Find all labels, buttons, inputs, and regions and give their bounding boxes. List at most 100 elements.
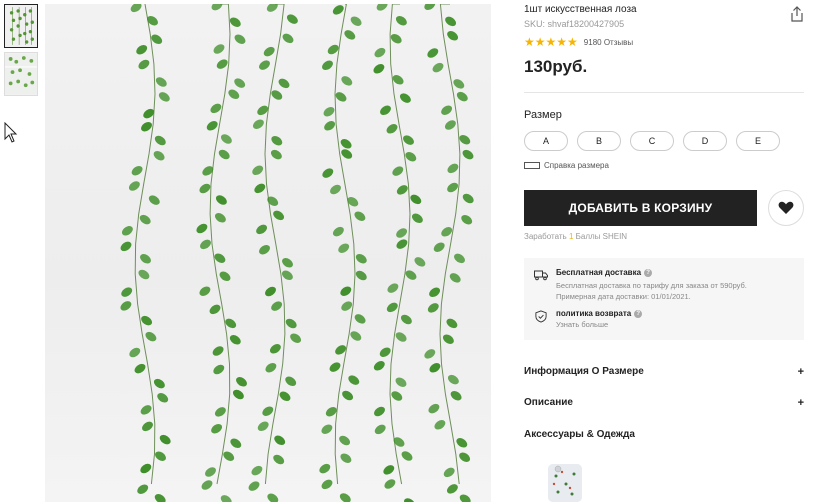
leaf: [141, 121, 152, 132]
leaf: [453, 79, 465, 89]
size-guide-link[interactable]: Справка размера: [524, 161, 609, 170]
leaf: [211, 4, 223, 11]
leaf: [230, 438, 242, 449]
question-icon[interactable]: ?: [644, 268, 653, 277]
leaf: [199, 183, 211, 194]
leaf: [134, 363, 146, 374]
size-option-d[interactable]: D: [683, 131, 727, 151]
leaf: [400, 314, 412, 325]
return-learn-more[interactable]: Узнать больше: [556, 319, 642, 330]
leaf: [159, 434, 171, 445]
wishlist-button[interactable]: [768, 190, 804, 226]
leaf: [459, 494, 471, 502]
leaf: [214, 213, 226, 223]
related-product-thumbnail[interactable]: [548, 464, 582, 502]
leaf: [121, 226, 133, 236]
leaf: [199, 286, 211, 296]
leaf: [205, 467, 216, 477]
leaf: [324, 121, 336, 131]
leaf: [414, 257, 426, 267]
leaf: [404, 498, 415, 502]
leaf: [447, 374, 459, 385]
leaf: [266, 4, 278, 12]
leaf: [373, 64, 385, 74]
accordion-size-info[interactable]: Информация О Размере +: [524, 366, 804, 378]
leaf: [206, 121, 218, 131]
leaf: [380, 105, 391, 116]
leaf: [396, 239, 408, 249]
size-label: Размер: [524, 109, 562, 121]
size-option-c[interactable]: C: [630, 131, 674, 151]
leaf: [252, 165, 264, 176]
leaf: [341, 301, 353, 311]
thumbnail-1[interactable]: [4, 4, 38, 48]
leaf: [447, 182, 459, 193]
leaf: [285, 318, 297, 329]
leaf: [138, 269, 150, 280]
leaf: [392, 166, 404, 176]
leaf: [271, 135, 283, 146]
leaf: [386, 302, 398, 313]
rating-stars: ★★★★★: [524, 35, 578, 49]
leaf: [155, 77, 167, 87]
thumbnail-list: [4, 4, 38, 100]
leaf: [447, 163, 459, 174]
free-shipping-title: Бесплатная доставка ?: [556, 268, 747, 277]
divider: [524, 92, 804, 93]
leaf: [137, 484, 149, 494]
product-sku: SKU: shvaf18200427905: [524, 19, 625, 29]
shipping-box: Бесплатная доставка ? Бесплатная доставк…: [524, 258, 804, 340]
plus-icon: +: [797, 397, 804, 409]
size-option-e[interactable]: E: [736, 131, 780, 151]
leaf: [213, 364, 225, 375]
leaf: [155, 451, 166, 461]
leaf: [456, 91, 468, 102]
leaf: [432, 62, 444, 73]
leaf: [269, 344, 281, 354]
question-icon[interactable]: ?: [634, 309, 643, 318]
leaf: [265, 286, 276, 297]
leaf: [223, 451, 235, 461]
leaf: [338, 243, 350, 253]
leaf: [120, 301, 132, 311]
product-price: 130руб.: [524, 57, 588, 76]
points-suffix: Баллы SHEIN: [573, 232, 628, 241]
leaf: [329, 362, 341, 372]
leaf: [348, 375, 360, 385]
leaf: [273, 454, 285, 465]
leaf: [447, 31, 459, 41]
leaf: [403, 135, 414, 145]
related-title: Аксессуары & Одежда: [524, 429, 635, 440]
add-to-cart-button[interactable]: ДОБАВИТЬ В КОРЗИНУ: [524, 190, 757, 226]
product-main-image[interactable]: [45, 4, 491, 502]
share-icon[interactable]: [790, 6, 804, 22]
leaf: [265, 362, 277, 373]
accordion-description[interactable]: Описание +: [524, 397, 804, 409]
leaf: [196, 223, 208, 234]
leaf: [234, 78, 246, 88]
leaf: [153, 378, 165, 389]
leaf: [214, 407, 226, 417]
leaf: [399, 93, 411, 103]
leaf: [339, 493, 351, 502]
reviews-link[interactable]: 9180 Отзывы: [584, 38, 633, 47]
leaf: [141, 315, 153, 326]
leaf: [263, 46, 275, 57]
leaf: [120, 241, 132, 252]
points-prefix: Заработать: [524, 232, 569, 241]
leaf: [405, 270, 417, 280]
size-option-a[interactable]: A: [524, 131, 568, 151]
leaf: [332, 5, 344, 15]
leaf: [281, 270, 293, 281]
leaf: [262, 406, 274, 416]
leaf: [376, 4, 388, 11]
thumbnail-2[interactable]: [4, 52, 38, 96]
size-option-b[interactable]: B: [577, 131, 621, 151]
leaf: [322, 168, 334, 178]
leaf: [252, 119, 264, 129]
leaf: [340, 286, 352, 296]
free-shipping-details: Бесплатная доставка по тарифу для заказа…: [556, 280, 747, 302]
leaf: [386, 124, 398, 134]
leaf: [136, 44, 148, 55]
leaf: [229, 17, 241, 27]
